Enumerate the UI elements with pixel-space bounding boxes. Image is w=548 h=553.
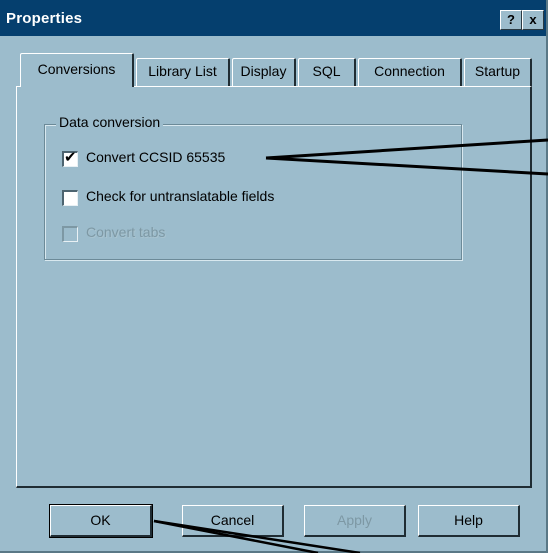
check-untranslatable-label[interactable]: Check for untranslatable fields [86, 188, 274, 204]
window-title: Properties [6, 10, 83, 27]
tab-connection[interactable]: Connection [358, 58, 462, 86]
convert-tabs-checkbox [62, 226, 78, 242]
cancel-button[interactable]: Cancel [182, 505, 284, 537]
tab-library-list[interactable]: Library List [136, 58, 230, 86]
convert-ccsid-checkbox[interactable]: ✔ [62, 149, 78, 167]
tab-conversions[interactable]: Conversions [20, 53, 134, 87]
properties-dialog: Properties ? x Conversions Library List … [0, 0, 548, 553]
tab-display[interactable]: Display [232, 58, 296, 86]
tab-sql[interactable]: SQL [298, 58, 356, 86]
group-label: Data conversion [56, 114, 164, 130]
check-mark-icon: ✔ [64, 149, 77, 166]
help-icon[interactable]: ? [500, 10, 522, 30]
convert-ccsid-label[interactable]: Convert CCSID 65535 [86, 149, 225, 165]
tab-startup[interactable]: Startup [464, 58, 532, 86]
help-button[interactable]: Help [418, 505, 520, 537]
title-bar[interactable]: Properties ? x [0, 0, 546, 36]
check-untranslatable-checkbox[interactable] [62, 190, 78, 206]
apply-button: Apply [304, 505, 406, 537]
ok-button[interactable]: OK [49, 504, 153, 538]
convert-tabs-label: Convert tabs [86, 224, 166, 240]
close-icon[interactable]: x [522, 10, 544, 30]
